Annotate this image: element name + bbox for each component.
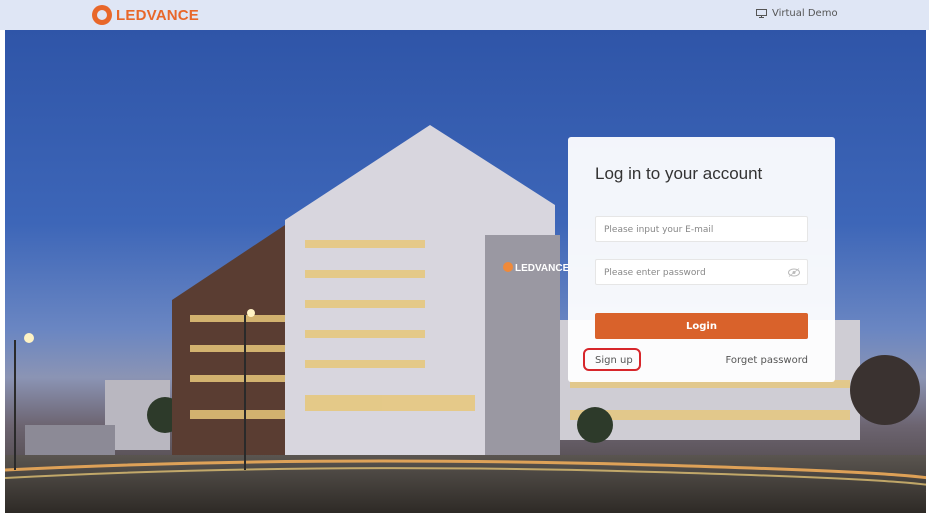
password-input[interactable] [596, 261, 807, 285]
eye-icon[interactable] [788, 268, 800, 277]
virtual-demo-link[interactable]: Virtual Demo [756, 8, 838, 19]
top-bar: LEDVANCE Virtual Demo [0, 0, 929, 30]
building-sign: LEDVANCE [515, 263, 570, 274]
ledvance-logo[interactable]: LEDVANCE [92, 4, 199, 26]
signup-link[interactable]: Sign up [595, 355, 633, 366]
virtual-demo-label: Virtual Demo [772, 8, 838, 19]
monitor-icon [756, 9, 767, 18]
password-field-wrapper [595, 259, 808, 285]
email-field-wrapper [595, 216, 808, 242]
brand-name: LEDVANCE [116, 6, 199, 24]
email-input[interactable] [596, 218, 807, 242]
login-panel: Log in to your account Login Sign up For… [568, 137, 835, 382]
login-title: Log in to your account [595, 164, 763, 183]
logo-circle-icon [92, 5, 112, 25]
login-button[interactable]: Login [595, 313, 808, 339]
forgot-password-link[interactable]: Forget password [725, 355, 808, 366]
